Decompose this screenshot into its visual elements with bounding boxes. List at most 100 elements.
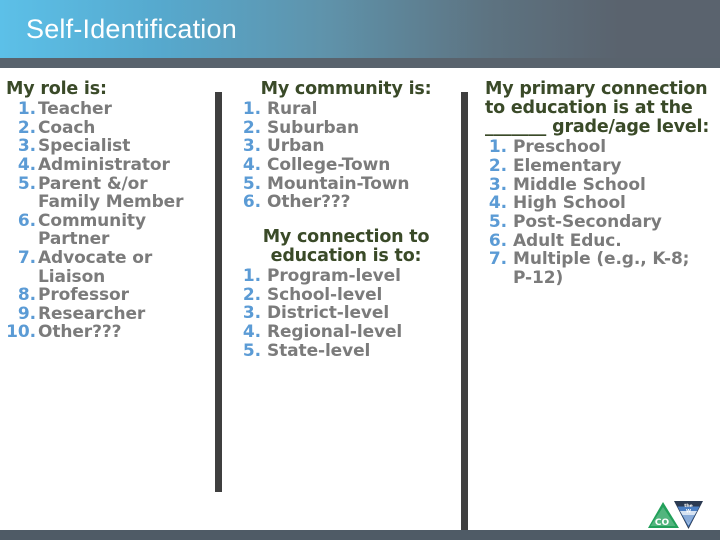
list-item-label: Other??? (267, 192, 351, 213)
list-item-number: 5. (242, 173, 261, 194)
list-item-number: 2. (488, 156, 507, 177)
list-item[interactable]: 7. Multiple (e.g., K-8; P-12) (485, 250, 713, 287)
slide-header-band: Self-Identification (0, 0, 720, 58)
list-item[interactable]: 8. Professor (6, 286, 212, 305)
list-item-label: Advocate or Liaison (38, 248, 153, 287)
fill-in-blank: _______ (485, 117, 547, 138)
list-item[interactable]: 2. Coach (6, 119, 212, 138)
list-item-number: 4. (17, 154, 36, 175)
list-item[interactable]: 4. Regional-level (235, 323, 457, 342)
column-my-role: My role is: 1. Teacher 2. Coach 3. Speci… (6, 79, 212, 342)
list-item[interactable]: 6. Other??? (235, 193, 457, 212)
list-item-number: 4. (488, 193, 507, 214)
list-item-number: 3. (488, 174, 507, 195)
list-item-label: Rural (267, 99, 318, 120)
list-item-number: 9. (17, 303, 36, 324)
column-heading-grade-line1: My primary connection to education is at… (485, 79, 708, 119)
list-item-number: 5. (488, 211, 507, 232)
list-item[interactable]: 10. Other??? (6, 323, 212, 342)
list-item-number: 1. (17, 99, 36, 120)
list-item[interactable]: 3. Middle School (485, 176, 713, 195)
list-item[interactable]: 1. Preschool (485, 138, 713, 157)
column-my-community: My community is: 1. Rural 2. Suburban 3.… (235, 79, 457, 361)
list-item-number: 7. (488, 249, 507, 270)
list-item[interactable]: 4. Administrator (6, 156, 212, 175)
column-heading-grade: My primary connection to education is at… (485, 79, 713, 138)
list-item-label: Administrator (38, 154, 170, 175)
list-item-number: 6. (17, 210, 36, 231)
list-item-number: 2. (242, 284, 261, 305)
list-item-number: 10. (6, 322, 36, 343)
list-item-label: Post-Secondary (513, 211, 662, 232)
list-item-number: 3. (242, 303, 261, 324)
list-item[interactable]: 7. Advocate or Liaison (6, 249, 212, 286)
list-item-label: Middle School (513, 174, 646, 195)
co-state-logo: the W CO (648, 498, 704, 530)
list-item-number: 1. (242, 99, 261, 120)
list-item-label: Urban (267, 136, 325, 157)
list-item-label: Regional-level (267, 321, 403, 342)
list-item-label: School-level (267, 284, 383, 305)
list-item-label: Professor (38, 285, 129, 306)
svg-text:W: W (686, 509, 691, 515)
page-title: Self-Identification (26, 14, 237, 44)
list-item-number: 6. (242, 192, 261, 213)
column-divider-1 (215, 92, 222, 492)
column-heading-role: My role is: (6, 79, 107, 99)
list-item-label: College-Town (267, 154, 391, 175)
list-item[interactable]: 3. Specialist (6, 137, 212, 156)
list-item-number: 3. (242, 136, 261, 157)
list-item-number: 2. (242, 117, 261, 138)
list-item-number: 4. (242, 321, 261, 342)
list-item[interactable]: 9. Researcher (6, 305, 212, 324)
svg-text:CO: CO (655, 518, 670, 528)
list-item-label: Program-level (267, 266, 401, 287)
list-item[interactable]: 2. School-level (235, 286, 457, 305)
list-item[interactable]: 1. Rural (235, 100, 457, 119)
list-item[interactable]: 4. High School (485, 194, 713, 213)
column-divider-2 (461, 92, 468, 535)
column-grade-level: My primary connection to education is at… (485, 79, 713, 287)
list-item[interactable]: 1. Teacher (6, 100, 212, 119)
list-item-label: District-level (267, 303, 390, 324)
list-item[interactable]: 6. Community Partner (6, 210, 212, 250)
list-item-number: 4. (242, 154, 261, 175)
list-item-number: 2. (17, 117, 36, 138)
list-item-label: Community Partner (38, 210, 146, 250)
list-item-number: 1. (242, 266, 261, 287)
list-item-label: Researcher (38, 303, 146, 324)
svg-text:the: the (684, 503, 693, 509)
list-item-label: State-level (267, 340, 371, 361)
co-state-logo-icon: the W CO (648, 501, 703, 529)
list-item[interactable]: 4. College-Town (235, 156, 457, 175)
list-item-number: 5. (17, 173, 36, 194)
list-item-label: Adult Educ. (513, 230, 622, 251)
list-item[interactable]: 6. Adult Educ. (485, 230, 713, 251)
list-item-label: Suburban (267, 117, 359, 138)
list-item-number: 1. (488, 137, 507, 158)
role-option-list: 1. Teacher 2. Coach 3. Specialist 4. Adm… (6, 100, 212, 342)
list-item[interactable]: 5. Parent &/or Family Member (6, 173, 212, 212)
list-item-label: Preschool (513, 137, 606, 158)
list-item-label: Teacher (38, 99, 112, 120)
footer-strip (0, 530, 720, 540)
list-item-label: Coach (38, 117, 96, 138)
list-item-number: 6. (488, 230, 507, 251)
list-item[interactable]: 2. Suburban (235, 119, 457, 138)
list-item-number: 8. (17, 285, 36, 306)
grade-option-list: 1. Preschool 2. Elementary 3. Middle Sch… (485, 138, 713, 287)
list-item-label: Multiple (e.g., K-8; P-12) (513, 249, 690, 288)
slide-body: My role is: 1. Teacher 2. Coach 3. Speci… (0, 68, 720, 535)
list-item[interactable]: 3. District-level (235, 304, 457, 323)
list-item-label: Specialist (38, 136, 131, 157)
list-item[interactable]: 5. State-level (235, 340, 457, 361)
list-item[interactable]: 5. Post-Secondary (485, 213, 713, 232)
list-item[interactable]: 3. Urban (235, 137, 457, 156)
list-item-label: Elementary (513, 156, 622, 177)
column-heading-community: My community is: (260, 79, 432, 99)
list-item[interactable]: 2. Elementary (485, 157, 713, 176)
list-item[interactable]: 1. Program-level (235, 267, 457, 286)
list-item-number: 3. (17, 136, 36, 157)
list-item-number: 5. (242, 340, 261, 361)
list-item[interactable]: 5. Mountain-Town (235, 173, 457, 194)
